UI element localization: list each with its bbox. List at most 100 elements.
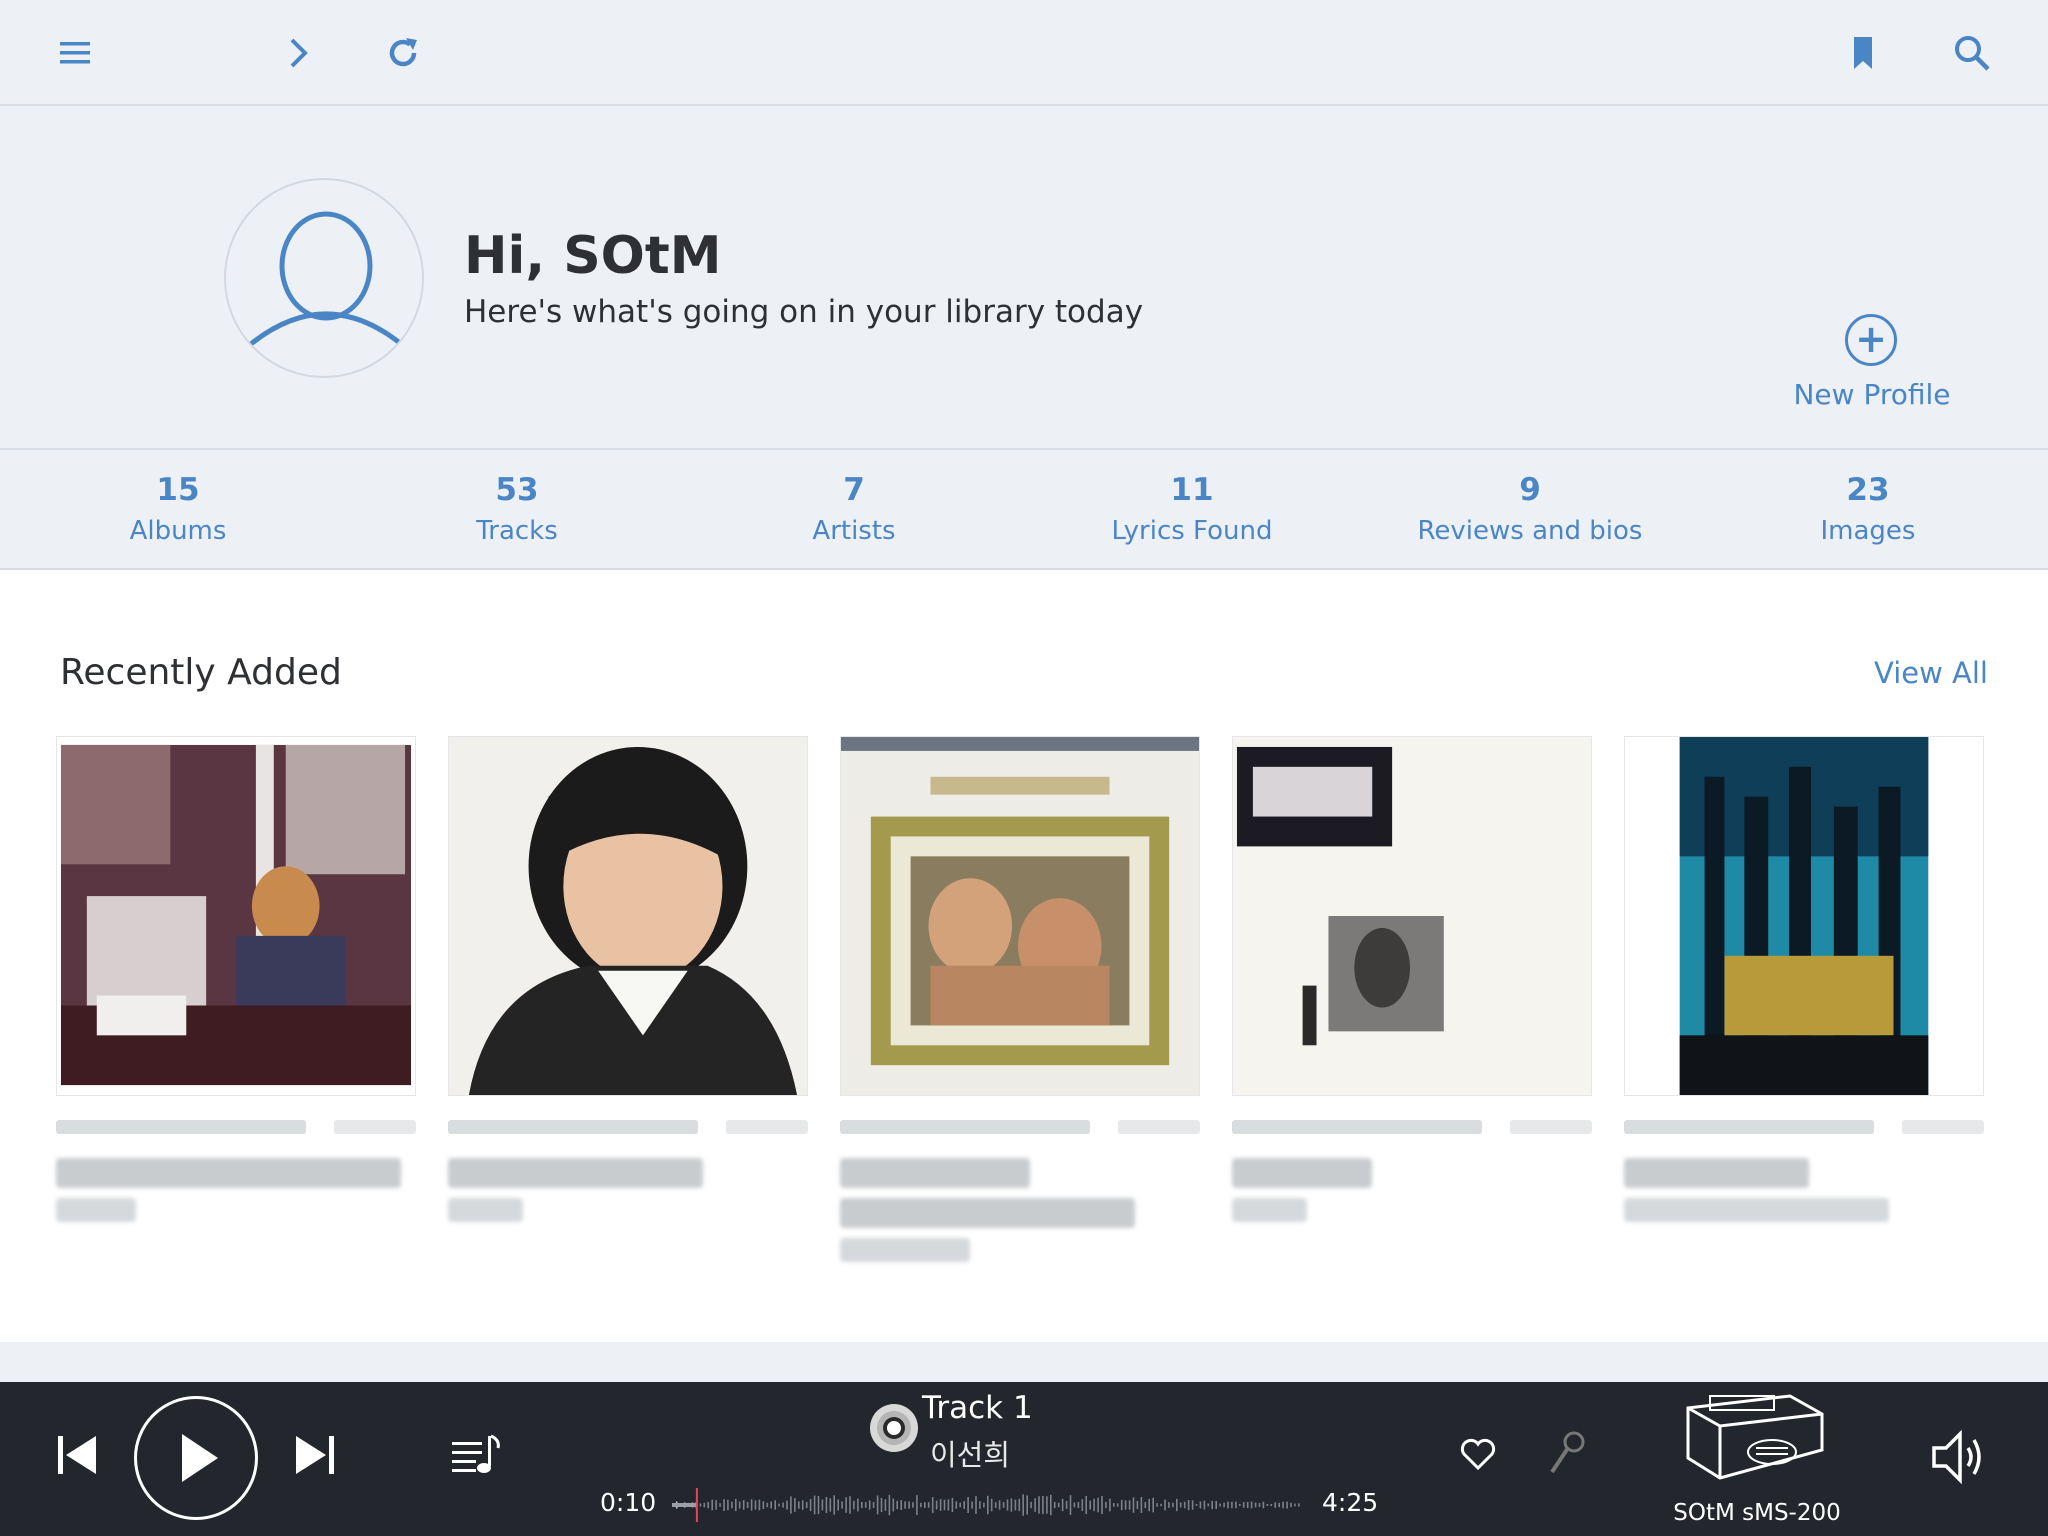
skip-previous-icon	[58, 1436, 96, 1474]
waveform-bar	[959, 1502, 961, 1508]
album-card[interactable]	[448, 736, 808, 1222]
waveform-bar	[935, 1500, 938, 1510]
waveform-bar	[766, 1502, 769, 1508]
album-meta	[448, 1120, 808, 1134]
favorite-button[interactable]	[1456, 1434, 1500, 1474]
waveform-bar	[1294, 1503, 1296, 1507]
lyrics-button[interactable]	[1544, 1428, 1590, 1480]
volume-button[interactable]	[1928, 1428, 1988, 1486]
bookmark-icon[interactable]	[1838, 28, 1888, 78]
stat-label: Artists	[812, 516, 896, 546]
queue-button[interactable]	[450, 1432, 506, 1478]
album-meta	[56, 1120, 416, 1134]
waveform-bar	[943, 1499, 946, 1511]
waveform-bar	[1168, 1502, 1170, 1508]
output-device-button[interactable]	[1680, 1388, 1830, 1492]
waveform-bar	[1290, 1502, 1292, 1508]
waveform-bar	[845, 1497, 847, 1513]
waveform-bar	[1132, 1497, 1135, 1513]
waveform-bar	[1144, 1502, 1147, 1509]
waveform-bar	[1223, 1502, 1225, 1508]
waveform-bar	[1160, 1503, 1162, 1507]
waveform-bar	[1022, 1494, 1024, 1516]
waveform-bar	[762, 1501, 765, 1509]
waveform-bar	[1057, 1502, 1060, 1508]
waveform-bar	[994, 1502, 997, 1508]
library-stats-bar: 15 Albums 53 Tracks 7 Artists 11 Lyrics …	[0, 448, 2048, 570]
output-device-name: SOtM sMS-200	[1673, 1500, 1841, 1526]
album-artist-redacted	[56, 1198, 136, 1222]
stat-label: Reviews and bios	[1417, 516, 1643, 546]
waveform-bar	[904, 1501, 906, 1509]
play-button[interactable]	[134, 1396, 258, 1520]
album-card[interactable]	[56, 736, 416, 1222]
queue-music-icon	[452, 1434, 500, 1473]
waveform-bar	[979, 1501, 981, 1509]
waveform-bar	[1270, 1504, 1273, 1506]
speaker-volume-icon	[1932, 1429, 1981, 1485]
waveform-bar	[963, 1501, 965, 1509]
stat-lyrics[interactable]: 11 Lyrics Found	[1042, 472, 1342, 546]
vinyl-disc-icon	[868, 1402, 920, 1454]
stat-reviews[interactable]: 9 Reviews and bios	[1380, 472, 1680, 546]
waveform-bar	[1089, 1500, 1091, 1510]
waveform-bar	[857, 1498, 859, 1512]
waveform-bar	[1097, 1497, 1099, 1513]
waveform-bar	[774, 1500, 776, 1510]
forward-chevron-icon[interactable]	[273, 28, 323, 78]
waveform-bar	[1093, 1498, 1095, 1512]
avatar[interactable]	[224, 178, 424, 378]
section-title: Recently Added	[60, 652, 342, 693]
waveform-bar	[896, 1500, 898, 1510]
playhead-marker[interactable]	[695, 1488, 698, 1522]
waveform-bar	[699, 1503, 702, 1507]
stat-tracks[interactable]: 53 Tracks	[367, 472, 667, 546]
stat-artists[interactable]: 7 Artists	[704, 472, 1004, 546]
waveform-bar	[1081, 1499, 1084, 1511]
waveform-seekbar[interactable]	[672, 1488, 1302, 1522]
view-all-link[interactable]: View All	[1874, 656, 1988, 690]
waveform-bar	[967, 1497, 969, 1513]
previous-track-button[interactable]	[52, 1430, 102, 1480]
waveform-bar	[738, 1501, 741, 1509]
album-card[interactable]	[1232, 736, 1592, 1222]
waveform-bar	[1235, 1501, 1237, 1509]
waveform-bar	[861, 1501, 863, 1509]
waveform-bar	[1227, 1501, 1229, 1509]
new-profile-button[interactable]: + New Profile	[1790, 314, 1951, 424]
waveform-bar	[758, 1499, 761, 1511]
waveform-bar	[1038, 1496, 1040, 1514]
refresh-icon[interactable]	[378, 28, 428, 78]
waveform-bar	[1298, 1503, 1300, 1507]
now-playing-title[interactable]: Track 1	[922, 1390, 1033, 1426]
top-toolbar	[0, 0, 2048, 106]
waveform-bar	[1254, 1502, 1257, 1508]
waveform-bar	[1164, 1499, 1166, 1511]
search-icon[interactable]	[1947, 28, 1997, 78]
stat-images[interactable]: 23 Images	[1718, 472, 2018, 546]
next-track-button[interactable]	[290, 1430, 340, 1480]
album-cover	[56, 736, 416, 1096]
now-playing-artist[interactable]: 이선희	[930, 1432, 1010, 1474]
album-cover	[1232, 736, 1592, 1096]
waveform-bar	[754, 1500, 757, 1510]
album-card[interactable]	[1624, 736, 1984, 1222]
waveform-bar	[1073, 1502, 1076, 1508]
hamburger-menu-icon[interactable]	[50, 28, 100, 78]
stat-value: 7	[843, 472, 865, 508]
waveform-bar	[1172, 1502, 1174, 1508]
waveform-bar	[817, 1496, 820, 1515]
waveform-bar	[731, 1501, 733, 1509]
waveform-bar	[1105, 1501, 1107, 1509]
stat-albums[interactable]: 15 Albums	[28, 472, 328, 546]
waveform-bar	[931, 1497, 934, 1513]
waveform-bar	[876, 1495, 879, 1515]
waveform-bar	[1203, 1500, 1206, 1510]
waveform-bar	[727, 1499, 729, 1511]
album-card[interactable]	[840, 736, 1200, 1262]
waveform-bar	[916, 1495, 918, 1515]
album-cover	[448, 736, 808, 1096]
waveform-bar	[1246, 1501, 1249, 1509]
waveform-bar	[849, 1496, 851, 1514]
album-artist-redacted	[840, 1238, 970, 1262]
